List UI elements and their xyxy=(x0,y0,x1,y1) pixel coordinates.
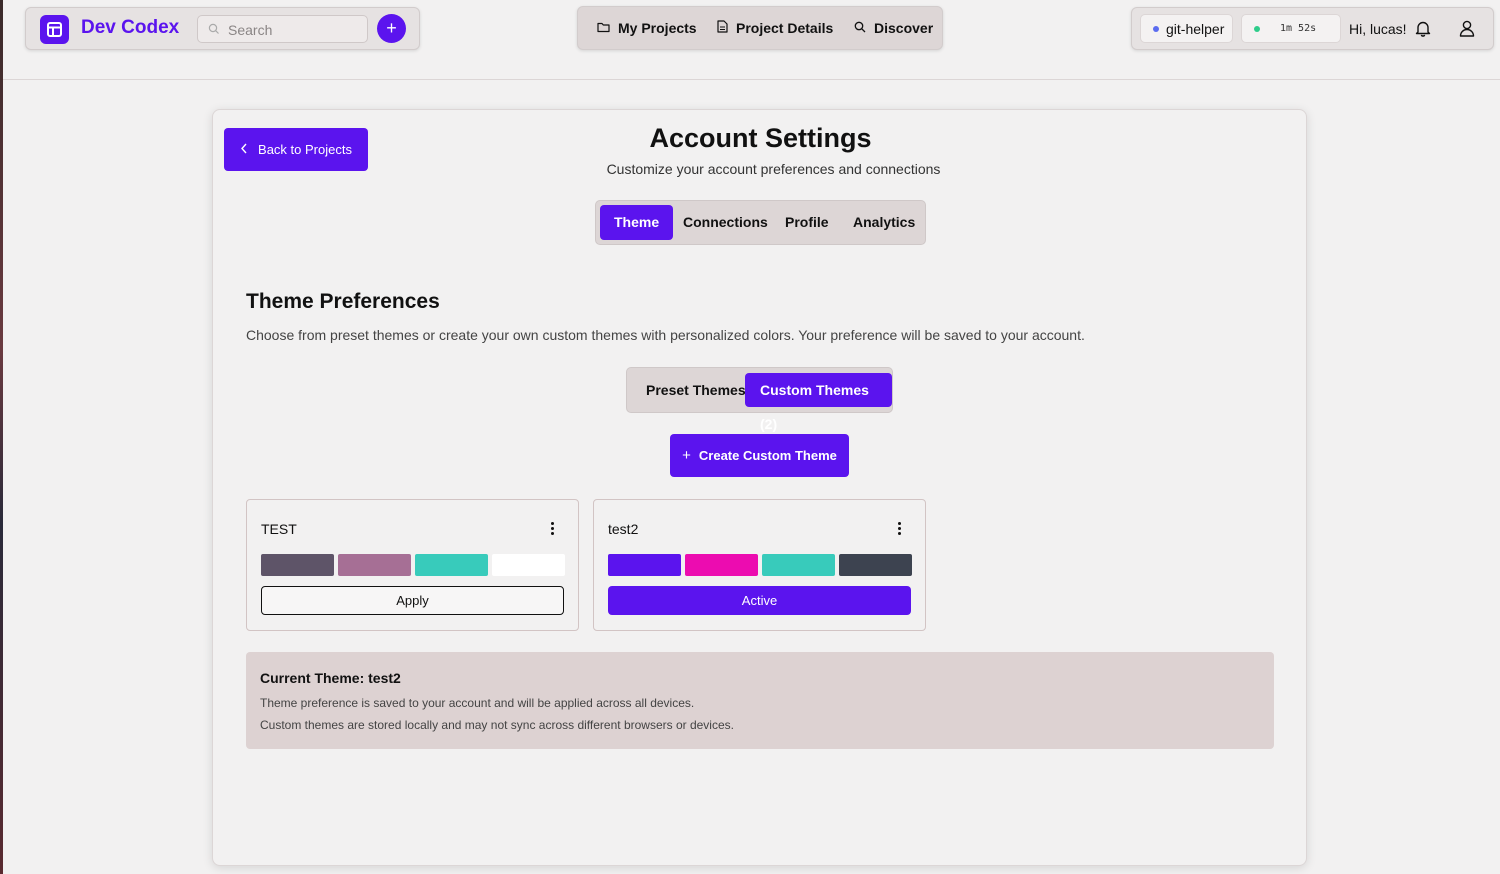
color-swatch xyxy=(261,554,334,576)
color-swatch xyxy=(415,554,488,576)
brand-name[interactable]: Dev Codex xyxy=(81,17,179,39)
info-line: Theme preference is saved to your accoun… xyxy=(260,696,695,710)
current-theme-title: Current Theme: test2 xyxy=(260,670,401,686)
search-icon xyxy=(854,20,866,36)
top-bar: Dev Codex + My Projects Project Details xyxy=(3,0,1500,80)
current-theme-info: Current Theme: test2 Theme preference is… xyxy=(246,652,1274,749)
create-custom-theme-button[interactable]: + Create Custom Theme xyxy=(670,434,849,477)
settings-tabs: Theme Connections Profile Analytics xyxy=(595,200,926,245)
color-swatches xyxy=(608,554,912,576)
color-swatch xyxy=(608,554,681,576)
session-name: git-helper xyxy=(1166,20,1225,37)
theme-card: TEST Apply xyxy=(246,499,579,631)
main-nav: My Projects Project Details Discover xyxy=(577,6,943,50)
nav-my-projects[interactable]: My Projects xyxy=(597,20,697,36)
tab-connections[interactable]: Connections xyxy=(669,205,782,240)
color-swatch xyxy=(685,554,758,576)
tab-theme[interactable]: Theme xyxy=(600,205,674,240)
theme-name: test2 xyxy=(608,521,639,537)
nav-label: Project Details xyxy=(736,20,834,36)
add-button[interactable]: + xyxy=(377,14,406,43)
timer-value: 1m 52s xyxy=(1280,23,1317,34)
nav-discover[interactable]: Discover xyxy=(854,20,933,36)
user-panel: git-helper 1m 52s Hi, lucas! xyxy=(1131,7,1494,50)
color-swatch xyxy=(762,554,835,576)
section-description: Choose from preset themes or create your… xyxy=(246,327,1085,343)
document-icon xyxy=(717,20,728,36)
logo-icon[interactable] xyxy=(40,15,69,44)
settings-card: Back to Projects Account Settings Custom… xyxy=(212,109,1307,866)
tab-profile[interactable]: Profile xyxy=(771,205,843,240)
nav-label: My Projects xyxy=(618,20,697,36)
window-edge xyxy=(0,0,3,874)
search-icon xyxy=(208,22,220,40)
color-swatches xyxy=(261,554,565,576)
status-dot xyxy=(1254,25,1260,32)
tab-custom-themes[interactable]: Custom Themes (2) xyxy=(745,373,892,432)
bell-icon[interactable] xyxy=(1415,20,1431,42)
nav-label: Discover xyxy=(874,20,934,36)
page-title: Account Settings xyxy=(649,123,872,153)
brand-panel: Dev Codex + xyxy=(25,7,420,50)
theme-card: test2 Active xyxy=(593,499,926,631)
user-icon[interactable] xyxy=(1459,20,1475,42)
session-chip[interactable]: git-helper xyxy=(1140,14,1233,43)
info-line: Custom themes are stored locally and may… xyxy=(260,718,734,732)
more-options-icon[interactable] xyxy=(898,522,902,537)
search-input[interactable] xyxy=(228,20,358,40)
theme-name: TEST xyxy=(261,521,297,537)
timer-chip: 1m 52s xyxy=(1241,14,1341,43)
section-title: Theme Preferences xyxy=(246,290,440,313)
nav-project-details[interactable]: Project Details xyxy=(717,20,833,36)
more-options-icon[interactable] xyxy=(551,522,555,537)
plus-icon: + xyxy=(682,447,691,464)
active-theme-button[interactable]: Active xyxy=(608,586,911,615)
tab-analytics[interactable]: Analytics xyxy=(839,205,929,240)
apply-theme-button[interactable]: Apply xyxy=(261,586,564,615)
greeting: Hi, lucas! xyxy=(1349,21,1407,37)
color-swatch xyxy=(839,554,912,576)
folder-icon xyxy=(597,20,610,36)
search-field[interactable] xyxy=(197,15,368,43)
page-subtitle: Customize your account preferences and c… xyxy=(606,161,941,177)
color-swatch xyxy=(492,554,565,576)
theme-subtabs: Preset Themes Custom Themes (2) xyxy=(626,367,893,432)
session-dot xyxy=(1153,25,1159,32)
create-label: Create Custom Theme xyxy=(698,448,837,463)
color-swatch xyxy=(338,554,411,576)
tab-preset-themes[interactable]: Preset Themes xyxy=(631,373,761,407)
